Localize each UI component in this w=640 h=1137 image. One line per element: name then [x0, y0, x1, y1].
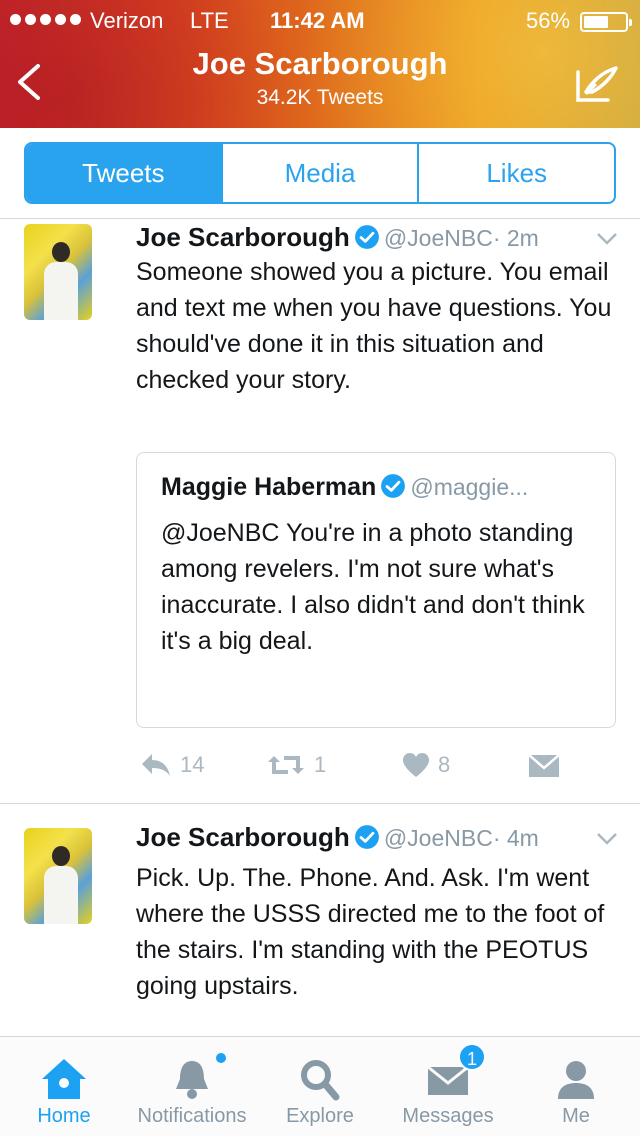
- profile-name-title: Joe Scarborough: [192, 46, 448, 81]
- verified-badge-icon: [354, 225, 379, 249]
- signal-strength-icon: [10, 14, 81, 25]
- chevron-down-icon[interactable]: [596, 232, 618, 246]
- reply-icon: [142, 754, 170, 776]
- profile-tabs: Tweets Media Likes: [24, 142, 616, 204]
- tab-explore[interactable]: Explore: [256, 1037, 384, 1137]
- tweet-text: Someone showed you a picture. You email …: [136, 258, 612, 394]
- tab-likes[interactable]: Likes: [417, 144, 614, 202]
- verified-badge-icon: [381, 474, 406, 498]
- carrier-name: Verizon: [90, 8, 164, 33]
- quoted-author-name: Maggie Haberman: [161, 473, 377, 501]
- profile-icon: [558, 1061, 594, 1099]
- avatar[interactable]: [24, 224, 92, 320]
- home-icon: [42, 1059, 86, 1099]
- tab-notifications-label: Notifications: [137, 1105, 247, 1127]
- quoted-author-handle: @maggie...: [410, 474, 529, 500]
- compose-tweet-icon[interactable]: [574, 64, 620, 104]
- tab-notifications[interactable]: Notifications: [128, 1037, 256, 1137]
- tab-messages[interactable]: 1 Messages: [384, 1037, 512, 1137]
- retweet-count: 1: [314, 752, 327, 777]
- tweet-header: Joe Scarborough @JoeNBC· 4m: [136, 822, 539, 853]
- retweet-button[interactable]: 1: [266, 752, 326, 778]
- divider: [0, 218, 640, 219]
- bell-icon: [176, 1061, 208, 1099]
- tab-tweets[interactable]: Tweets: [26, 144, 221, 202]
- tweet-text: Pick. Up. The. Phone. And. Ask. I'm went…: [136, 864, 605, 1000]
- tweet-author-handle: @JoeNBC: [383, 825, 493, 851]
- tweet-author-handle: @JoeNBC: [383, 225, 493, 251]
- reply-count: 14: [180, 752, 205, 777]
- tweet-timestamp: · 2m: [492, 225, 539, 251]
- battery-percentage: 56%: [526, 8, 571, 33]
- heart-icon: [403, 753, 429, 777]
- chevron-down-icon[interactable]: [596, 832, 618, 846]
- tab-home-label: Home: [37, 1105, 91, 1127]
- tweet-author-name[interactable]: Joe Scarborough: [136, 822, 350, 852]
- messages-badge: 1: [458, 1043, 486, 1071]
- tweet-author-name[interactable]: Joe Scarborough: [136, 222, 350, 252]
- status-time: 11:42 AM: [270, 8, 365, 33]
- tab-me[interactable]: Me: [512, 1037, 640, 1137]
- bottom-tab-bar: Home Notifications Explore 1 Messages Me: [0, 1036, 640, 1136]
- search-icon: [301, 1060, 340, 1101]
- tweet-actions: 14 1 8: [136, 752, 616, 782]
- tab-me-label: Me: [562, 1105, 590, 1127]
- tweet-header: Joe Scarborough @JoeNBC· 2m: [136, 222, 539, 253]
- avatar[interactable]: [24, 828, 92, 924]
- verified-badge-icon: [354, 825, 379, 849]
- tweet-count: 34.2K Tweets: [256, 86, 384, 109]
- quoted-tweet-text: @JoeNBC You're in a photo standing among…: [161, 519, 585, 655]
- tweet-timestamp: · 4m: [492, 825, 539, 851]
- tab-explore-label: Explore: [286, 1105, 354, 1127]
- like-button[interactable]: 8: [402, 752, 450, 778]
- network-type: LTE: [190, 8, 229, 33]
- tab-messages-label: Messages: [402, 1105, 494, 1127]
- notification-dot: [216, 1053, 226, 1063]
- battery-icon: [580, 12, 632, 32]
- quoted-tweet-header: Maggie Haberman @maggie...: [161, 473, 528, 502]
- profile-header: Verizon LTE 11:42 AM 56% Joe Scarborough…: [0, 0, 640, 128]
- direct-message-icon[interactable]: [528, 754, 560, 778]
- like-count: 8: [438, 752, 451, 777]
- tab-media[interactable]: Media: [220, 144, 418, 202]
- status-bar: Verizon LTE 11:42 AM 56%: [0, 6, 640, 36]
- retweet-icon: [268, 756, 304, 774]
- reply-button[interactable]: 14: [140, 752, 204, 778]
- quoted-tweet[interactable]: Maggie Haberman @maggie... @JoeNBC You're…: [136, 452, 616, 728]
- tab-home[interactable]: Home: [0, 1037, 128, 1137]
- tweet-divider: [0, 803, 640, 804]
